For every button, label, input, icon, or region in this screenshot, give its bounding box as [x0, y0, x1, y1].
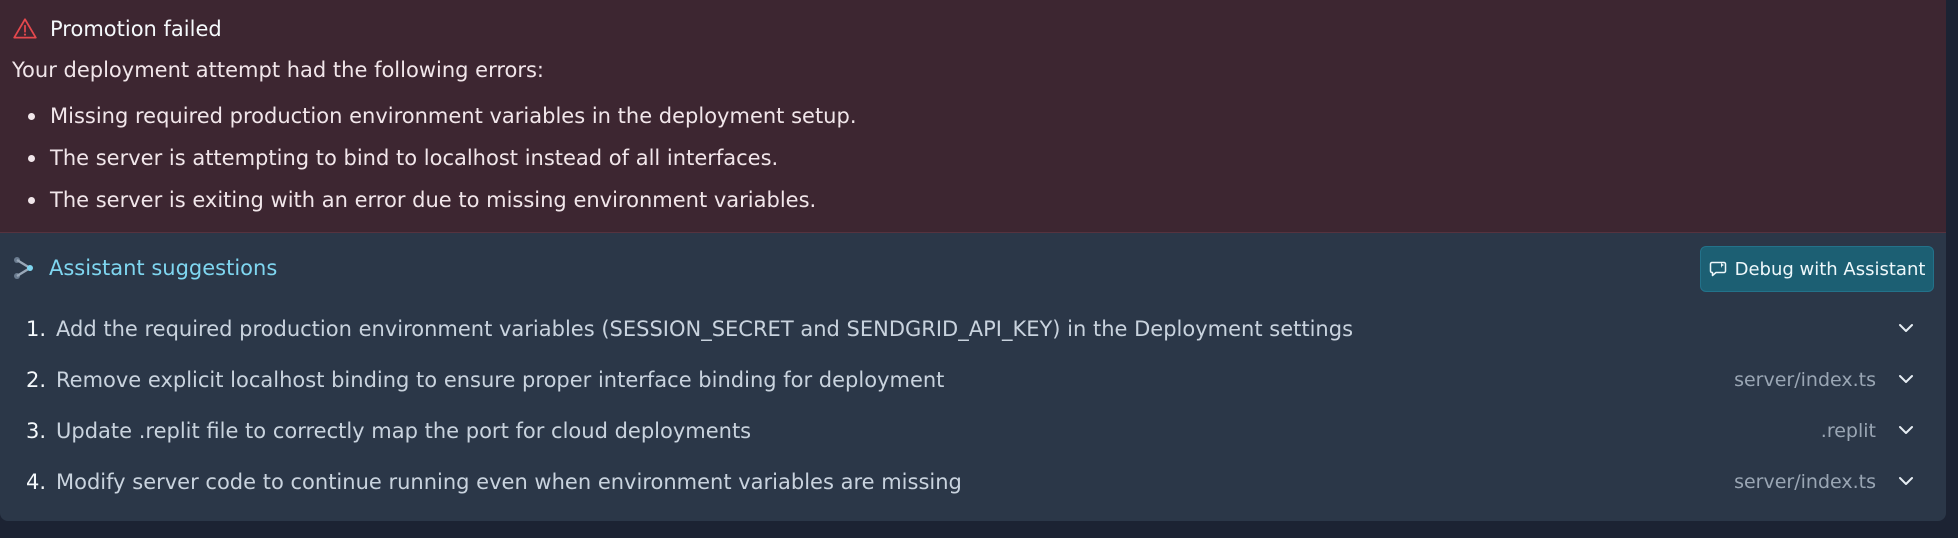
warning-triangle-icon: [13, 18, 37, 39]
assistant-header: Assistant suggestions: [12, 253, 277, 283]
bullet: [28, 113, 35, 120]
suggestion-text: Update .replit file to correctly map the…: [56, 418, 752, 443]
suggestion-item[interactable]: 4. Modify server code to continue runnin…: [0, 456, 1946, 507]
error-item: The server is exiting with an error due …: [0, 186, 857, 228]
error-item-text: The server is exiting with an error due …: [50, 188, 817, 212]
error-item: The server is attempting to bind to loca…: [0, 144, 857, 186]
suggestion-item[interactable]: 3. Update .replit file to correctly map …: [0, 405, 1946, 456]
chat-icon: [1709, 261, 1726, 277]
error-title: Promotion failed: [50, 17, 222, 41]
suggestion-text: Modify server code to continue running e…: [56, 469, 962, 494]
error-header: Promotion failed: [12, 16, 222, 42]
debug-button-label: Debug with Assistant: [1734, 258, 1926, 280]
suggestion-number: 2.: [25, 367, 46, 392]
bullet: [28, 155, 35, 162]
chevron-down-icon[interactable]: [1896, 369, 1916, 389]
suggestion-file: .replit: [1820, 419, 1876, 442]
suggestion-list: 1. Add the required production environme…: [0, 303, 1946, 507]
error-item-text: Missing required production environment …: [50, 104, 857, 128]
error-item-text: The server is attempting to bind to loca…: [50, 146, 779, 170]
suggestion-number: 1.: [25, 316, 46, 341]
suggestion-number: 3.: [25, 418, 46, 443]
error-panel: Promotion failed Your deployment attempt…: [0, 0, 1946, 233]
bullet: [28, 197, 35, 204]
suggestion-file: server/index.ts: [1734, 470, 1876, 493]
suggestion-number: 4.: [25, 469, 46, 494]
suggestion-item[interactable]: 1. Add the required production environme…: [0, 303, 1946, 354]
error-item: Missing required production environment …: [0, 102, 857, 144]
assistant-title: Assistant suggestions: [49, 256, 278, 280]
error-list: Missing required production environment …: [0, 102, 857, 228]
suggestion-text: Add the required production environment …: [56, 316, 1354, 341]
debug-with-assistant-button[interactable]: Debug with Assistant: [1700, 246, 1934, 292]
suggestion-item[interactable]: 2. Remove explicit localhost binding to …: [0, 354, 1946, 405]
assistant-panel: Assistant suggestions Debug with Assista…: [0, 233, 1946, 521]
suggestion-file: server/index.ts: [1734, 368, 1876, 391]
suggestion-text: Remove explicit localhost binding to ens…: [56, 367, 945, 392]
chevron-down-icon[interactable]: [1896, 318, 1916, 338]
chevron-down-icon[interactable]: [1896, 420, 1916, 440]
assistant-icon: [14, 257, 33, 279]
error-intro: Your deployment attempt had the followin…: [12, 58, 545, 82]
chevron-down-icon[interactable]: [1896, 471, 1916, 491]
